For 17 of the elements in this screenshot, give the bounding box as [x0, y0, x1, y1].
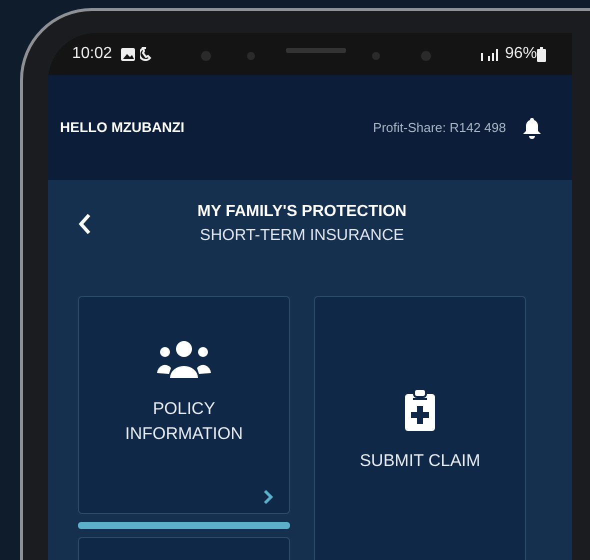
greeting: HELLO MZUBANZI	[60, 118, 186, 137]
page-title: MY FAMILY'S PROTECTION	[196, 202, 408, 222]
battery-icon	[537, 46, 546, 62]
profit-share-amount: Profit-Share: R142 498	[373, 118, 506, 137]
phone-icon	[140, 46, 152, 62]
menu-tile[interactable]: POLICY INFORMATION	[78, 296, 290, 514]
notification-bell-icon[interactable]	[522, 116, 542, 138]
status-time: 10:02	[72, 44, 112, 64]
back-icon[interactable]	[78, 213, 92, 235]
signal-icon	[478, 47, 501, 61]
chevron-right-icon	[263, 489, 273, 505]
menu-tile[interactable]: SUBMIT CLAIM	[314, 296, 526, 560]
people-icon	[156, 340, 212, 380]
clipboard-plus-icon	[404, 388, 436, 432]
page-subtitle: SHORT-TERM INSURANCE	[198, 226, 406, 246]
battery-level: 96%	[504, 44, 537, 64]
image-icon	[120, 46, 136, 62]
